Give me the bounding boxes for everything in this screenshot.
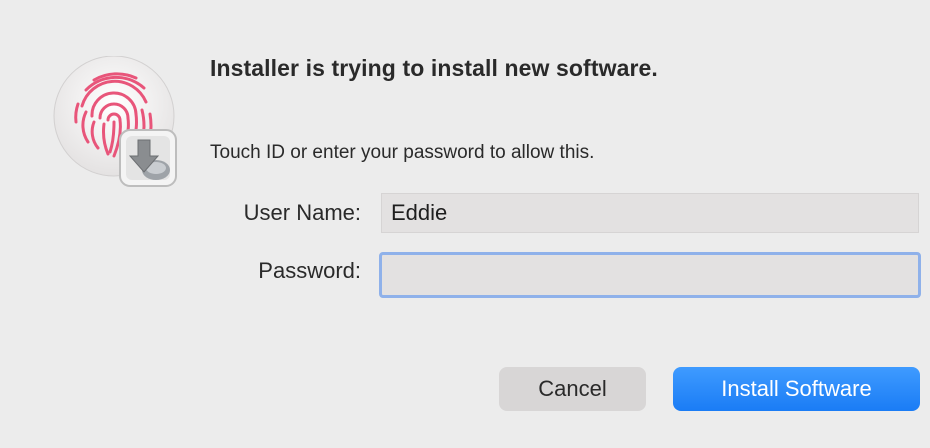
touch-id-icon-group — [52, 55, 182, 187]
password-label: Password: — [258, 258, 361, 283]
username-field[interactable] — [381, 193, 919, 233]
dialog-title: Installer is trying to install new softw… — [210, 55, 658, 81]
dialog-message: Touch ID or enter your password to allow… — [210, 142, 595, 163]
installer-icon — [119, 129, 177, 187]
cancel-button[interactable]: Cancel — [499, 367, 646, 411]
username-label: User Name: — [243, 200, 361, 225]
authentication-dialog: Installer is trying to install new softw… — [0, 0, 930, 448]
install-software-button[interactable]: Install Software — [673, 367, 920, 411]
password-field[interactable] — [379, 252, 921, 298]
